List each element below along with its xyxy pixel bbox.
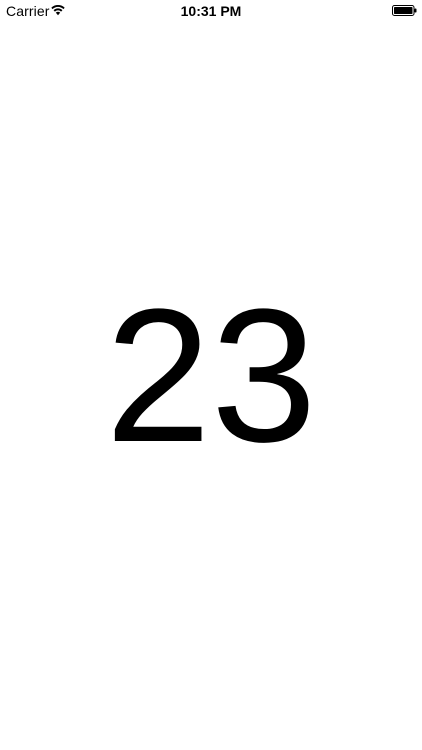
status-time: 10:31 PM: [180, 3, 242, 19]
status-bar: Carrier 10:31 PM: [0, 0, 422, 22]
counter-number: 23: [105, 270, 317, 482]
battery-fill: [394, 7, 413, 14]
battery-icon: [392, 5, 417, 16]
